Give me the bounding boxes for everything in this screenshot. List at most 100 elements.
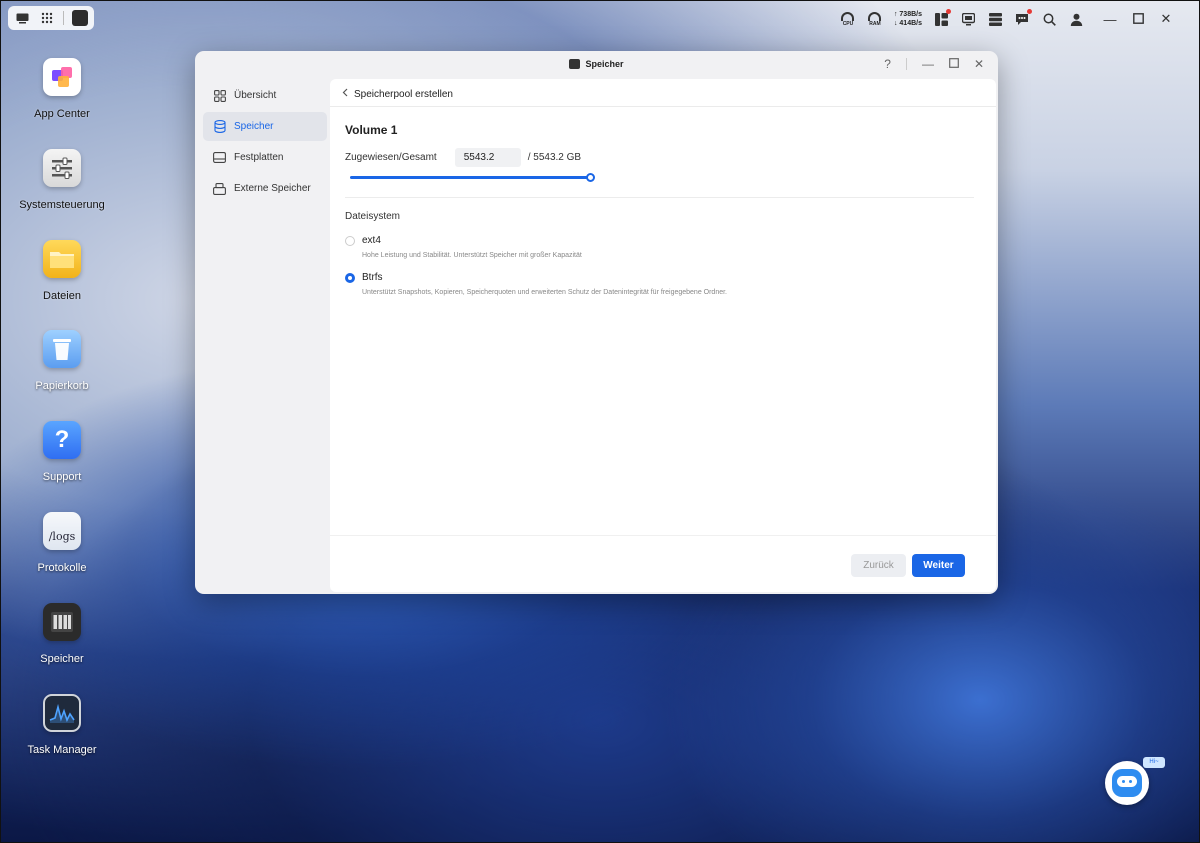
close-icon[interactable]: ✕ xyxy=(1159,11,1173,27)
window-minimize-icon[interactable]: — xyxy=(922,57,934,71)
sidebar-item-festplatten[interactable]: Festplatten xyxy=(203,143,327,172)
chevron-left-icon[interactable] xyxy=(342,88,348,100)
ram-label: RAM xyxy=(869,20,881,27)
sidebar-item-label: Übersicht xyxy=(234,90,277,101)
top-bar: CPU RAM ↑ 738B/s ↓ 414B/s — ✕ xyxy=(1,1,1200,35)
radio-btrfs[interactable]: Btrfs xyxy=(345,272,383,283)
folder-icon xyxy=(43,240,81,278)
notifications-icon[interactable] xyxy=(1014,9,1032,27)
desktop-label: Task Manager xyxy=(27,744,97,756)
monitor-icon[interactable] xyxy=(960,11,976,27)
network-download: ↓ 414B/s xyxy=(893,20,922,27)
search-icon[interactable] xyxy=(1041,11,1057,27)
desktop-icon-support[interactable]: ? Support xyxy=(1,421,123,483)
logs-icon-text: /logs xyxy=(48,529,76,543)
header-divider xyxy=(330,106,996,107)
radio-description: Unterstützt Snapshots, Kopieren, Speiche… xyxy=(362,289,727,296)
content-panel: Speicherpool erstellen Volume 1 Zugewies… xyxy=(330,79,996,592)
window-titlebar[interactable]: Speicher ? — ✕ xyxy=(195,51,998,79)
server-icon[interactable] xyxy=(987,11,1003,27)
control-divider xyxy=(905,58,907,70)
assistant-button[interactable] xyxy=(1105,761,1149,805)
breadcrumb[interactable]: Speicherpool erstellen xyxy=(342,88,453,100)
desktop-icon-papierkorb[interactable]: Papierkorb xyxy=(1,330,123,392)
desktop-icon-protokolle[interactable]: /logs Protokolle xyxy=(1,512,123,574)
desktop-label: Papierkorb xyxy=(35,380,89,392)
ram-gauge-icon[interactable]: RAM xyxy=(867,11,883,27)
taskbar-left xyxy=(8,6,94,30)
widgets-icon[interactable] xyxy=(933,9,951,27)
desktop-label: Systemsteuerung xyxy=(19,199,105,211)
desktop-window-controls: — ✕ xyxy=(1103,11,1173,27)
back-button[interactable]: Zurück xyxy=(851,554,906,577)
sidebar-item-speicher[interactable]: Speicher xyxy=(203,112,327,141)
network-upload: ↑ 738B/s xyxy=(893,11,922,18)
robot-icon xyxy=(1112,769,1142,797)
external-storage-icon xyxy=(213,182,226,195)
sidebar-item-label: Externe Speicher xyxy=(234,183,311,194)
sidebar-item-externe-speicher[interactable]: Externe Speicher xyxy=(203,174,327,203)
footer-divider xyxy=(330,535,996,536)
show-desktop-icon[interactable] xyxy=(14,9,30,27)
cpu-gauge-icon[interactable]: CPU xyxy=(840,11,856,27)
sidebar-item-label: Speicher xyxy=(234,121,274,132)
radio-button-selected[interactable] xyxy=(345,272,355,283)
storage-title-icon xyxy=(569,59,581,69)
desktop-icon-dateien[interactable]: Dateien xyxy=(1,240,123,302)
storage-icon xyxy=(43,603,81,641)
assistant-bubble: Hi~ xyxy=(1143,757,1165,768)
desktop-label: Dateien xyxy=(43,290,81,302)
desktop-label: Support xyxy=(42,471,82,483)
network-speed[interactable]: ↑ 738B/s ↓ 414B/s xyxy=(894,10,922,28)
window-title-wrap: Speicher xyxy=(195,59,998,69)
user-icon[interactable] xyxy=(1068,11,1084,27)
storage-taskbar-icon[interactable] xyxy=(71,9,88,27)
window-title: Speicher xyxy=(585,59,624,69)
desktop-icon-systemsteuerung[interactable]: Systemsteuerung xyxy=(1,149,123,211)
desktop-label: Protokolle xyxy=(37,562,87,574)
volume-title: Volume 1 xyxy=(345,123,398,137)
settings-sliders-icon xyxy=(43,149,81,187)
radio-label: Btrfs xyxy=(362,272,383,283)
sidebar: Übersicht Speicher Festplatten Externe S… xyxy=(203,81,327,205)
database-icon xyxy=(213,120,226,133)
slider-handle[interactable] xyxy=(586,173,595,182)
radio-ext4[interactable]: ext4 xyxy=(345,235,381,246)
desktop-label: App Center xyxy=(34,108,90,120)
cpu-label: CPU xyxy=(842,20,854,27)
allocation-slider[interactable] xyxy=(350,173,595,182)
radio-button[interactable] xyxy=(345,235,355,246)
sidebar-item-uebersicht[interactable]: Übersicht xyxy=(203,81,327,110)
logs-icon: /logs xyxy=(43,512,81,550)
storage-window: Speicher ? — ✕ Übersicht Speicher Festpl… xyxy=(195,51,998,594)
next-button[interactable]: Weiter xyxy=(912,554,965,577)
section-divider xyxy=(345,197,974,198)
minimize-icon[interactable]: — xyxy=(1103,12,1117,27)
trash-icon xyxy=(43,330,81,368)
app-grid-icon[interactable] xyxy=(38,9,54,27)
allocation-input[interactable]: 5543.2 xyxy=(454,148,521,167)
maximize-icon[interactable] xyxy=(1131,12,1145,27)
filesystem-title: Dateisystem xyxy=(345,211,401,222)
window-close-icon[interactable]: ✕ xyxy=(974,57,984,71)
radio-description: Hohe Leistung und Stabilität. Unterstütz… xyxy=(362,252,582,259)
help-button[interactable]: ? xyxy=(884,57,891,71)
task-manager-icon xyxy=(43,694,81,732)
allocation-row: Zugewiesen/Gesamt 5543.2 / 5543.2 GB xyxy=(345,148,581,167)
window-maximize-icon[interactable] xyxy=(949,57,959,71)
window-controls: ? — ✕ xyxy=(884,57,984,71)
app-center-icon xyxy=(43,58,81,96)
taskbar-divider xyxy=(62,11,64,25)
breadcrumb-label: Speicherpool erstellen xyxy=(354,88,453,100)
sidebar-item-label: Festplatten xyxy=(234,152,284,163)
desktop-icon-app-center[interactable]: App Center xyxy=(1,58,123,120)
disk-icon xyxy=(213,151,226,164)
desktop-label: Speicher xyxy=(40,653,84,665)
allocation-total: / 5543.2 GB xyxy=(527,152,582,163)
desktop-icon-speicher[interactable]: Speicher xyxy=(1,603,123,665)
radio-label: ext4 xyxy=(362,235,381,246)
desktop-icon-task-manager[interactable]: Task Manager xyxy=(1,694,123,756)
allocation-label: Zugewiesen/Gesamt xyxy=(345,152,437,163)
help-icon: ? xyxy=(43,421,81,459)
taskbar-right: CPU RAM ↑ 738B/s ↓ 414B/s — ✕ xyxy=(840,8,1173,30)
